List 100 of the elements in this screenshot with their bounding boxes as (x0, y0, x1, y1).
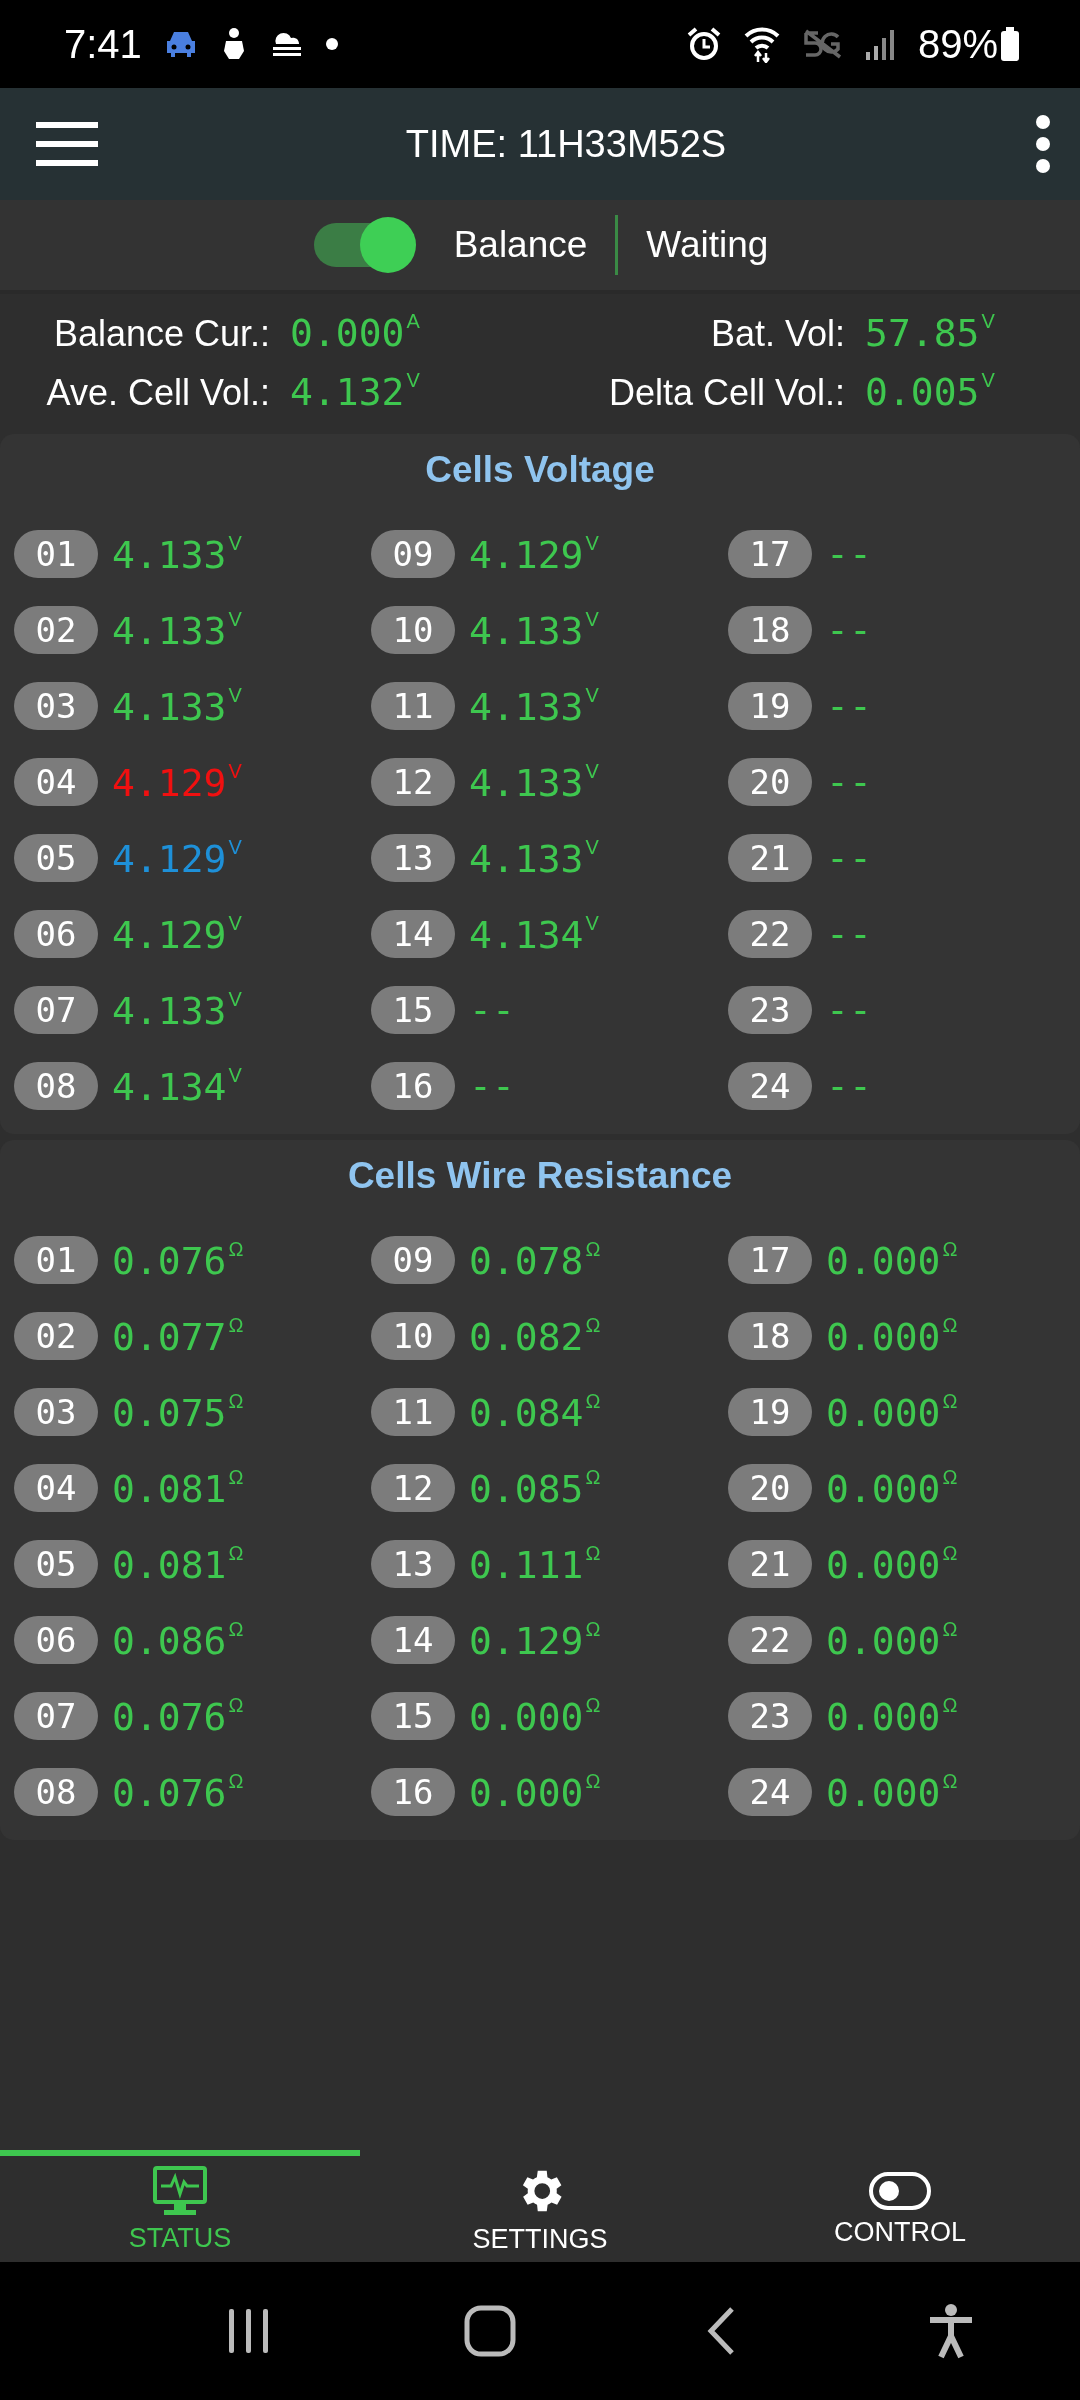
stat-label: Ave. Cell Vol.: (45, 372, 270, 414)
cell-number: 04 (14, 1464, 98, 1512)
cell-value: -- (826, 684, 872, 728)
stat-value: 57.85$^{V}$ (865, 310, 996, 355)
monitor-pulse-icon (152, 2164, 208, 2217)
cell-value: 0.086$^{Ω}$ (112, 1617, 244, 1663)
cell-number: 17 (728, 1236, 812, 1284)
cell-number: 23 (728, 986, 812, 1034)
cell-value: 0.000$^{Ω}$ (826, 1237, 958, 1283)
cell-value: 4.133$^{V}$ (469, 835, 599, 881)
menu-icon[interactable] (36, 120, 98, 168)
wifi-icon (743, 25, 780, 63)
cell-value: 0.078$^{Ω}$ (469, 1237, 601, 1283)
cell-value: 4.129$^{V}$ (112, 759, 242, 805)
cell-number: 22 (728, 1616, 812, 1664)
cell-value: -- (826, 988, 872, 1032)
cell-number: 22 (728, 910, 812, 958)
balance-label: Balance (453, 224, 588, 266)
cell-number: 05 (14, 834, 98, 882)
cell-value: 0.000$^{Ω}$ (469, 1693, 601, 1739)
cell-value: -- (826, 608, 872, 652)
cell-value: 0.076$^{Ω}$ (112, 1693, 244, 1739)
cell-number: 13 (371, 1540, 455, 1588)
cell-number: 12 (371, 1464, 455, 1512)
cell-number: 21 (728, 834, 812, 882)
cell-value: 0.129$^{Ω}$ (469, 1617, 601, 1663)
stat-value: 4.132$^{V}$ (290, 369, 420, 414)
cell-number: 01 (14, 1236, 98, 1284)
cell-number: 13 (371, 834, 455, 882)
cell-number: 19 (728, 1388, 812, 1436)
cell-number: 08 (14, 1768, 98, 1816)
cell-number: 21 (728, 1540, 812, 1588)
more-options-icon[interactable] (1034, 113, 1052, 175)
cell-value: 4.133$^{V}$ (469, 607, 599, 653)
cell-number: 06 (14, 1616, 98, 1664)
cell-value: 4.133$^{V}$ (112, 607, 242, 653)
back-icon[interactable] (706, 2306, 737, 2356)
cell-number: 01 (14, 530, 98, 578)
time-title: TIME: 11H33M52S (405, 122, 727, 166)
cell-value: 4.133$^{V}$ (469, 759, 599, 805)
cell-value: -- (826, 760, 872, 804)
cell-number: 10 (371, 1312, 455, 1360)
cell-number: 15 (371, 1692, 455, 1740)
cell-value: 0.000$^{Ω}$ (826, 1389, 958, 1435)
stat-label: Bat. Vol: (709, 313, 845, 355)
cell-value: 0.111$^{Ω}$ (469, 1541, 601, 1587)
cell-value: -- (469, 988, 515, 1032)
cell-value: 0.075$^{Ω}$ (112, 1389, 244, 1435)
cell-value: 4.129$^{V}$ (112, 911, 242, 957)
cell-number: 07 (14, 1692, 98, 1740)
signal-icon (863, 28, 896, 60)
cell-value: 0.000$^{Ω}$ (826, 1693, 958, 1739)
cell-number: 20 (728, 1464, 812, 1512)
cell-number: 15 (371, 986, 455, 1034)
cell-value: 4.134$^{V}$ (112, 1063, 242, 1109)
cell-value: -- (469, 1064, 515, 1108)
panel-title: Cells Voltage (425, 448, 655, 492)
nav-tab[interactable]: SETTINGS (360, 2150, 720, 2262)
cell-value: 0.000$^{Ω}$ (826, 1541, 958, 1587)
cell-number: 10 (371, 606, 455, 654)
nav-tab[interactable]: CONTROL (720, 2150, 1080, 2262)
cell-number: 04 (14, 758, 98, 806)
cell-value: 0.081$^{Ω}$ (112, 1465, 244, 1511)
cell-value: 0.082$^{Ω}$ (469, 1313, 601, 1359)
dot-icon (325, 38, 338, 50)
cell-number: 16 (371, 1062, 455, 1110)
cell-value: 0.084$^{Ω}$ (469, 1389, 601, 1435)
cell-value: 0.000$^{Ω}$ (826, 1313, 958, 1359)
cell-value: -- (826, 532, 872, 576)
cell-number: 11 (371, 682, 455, 730)
cell-value: -- (826, 912, 872, 956)
cell-number: 09 (371, 1236, 455, 1284)
balance-status: Waiting (646, 224, 769, 266)
cell-number: 18 (728, 1312, 812, 1360)
cell-value: -- (826, 1064, 872, 1108)
cell-number: 05 (14, 1540, 98, 1588)
cell-number: 24 (728, 1768, 812, 1816)
stat-value: 0.005$^{V}$ (865, 369, 996, 414)
cell-number: 20 (728, 758, 812, 806)
cell-number: 03 (14, 682, 98, 730)
cell-value: 4.133$^{V}$ (112, 531, 242, 577)
cell-number: 12 (371, 758, 455, 806)
cell-value: 0.000$^{Ω}$ (826, 1465, 958, 1511)
cell-value: 4.129$^{V}$ (469, 531, 599, 577)
cell-number: 11 (371, 1388, 455, 1436)
cell-value: 0.076$^{Ω}$ (112, 1237, 244, 1283)
cell-value: 4.133$^{V}$ (112, 683, 242, 729)
home-icon[interactable] (463, 2305, 516, 2357)
cell-number: 19 (728, 682, 812, 730)
cell-value: 0.077$^{Ω}$ (112, 1313, 244, 1359)
cell-value: 4.134$^{V}$ (469, 911, 599, 957)
battery-icon (1000, 27, 1020, 61)
cell-number: 08 (14, 1062, 98, 1110)
cell-number: 02 (14, 1312, 98, 1360)
cell-number: 23 (728, 1692, 812, 1740)
cell-number: 18 (728, 606, 812, 654)
cell-value: -- (826, 836, 872, 880)
cell-value: 4.133$^{V}$ (112, 987, 242, 1033)
cell-value: 0.076$^{Ω}$ (112, 1769, 244, 1815)
cell-number: 06 (14, 910, 98, 958)
